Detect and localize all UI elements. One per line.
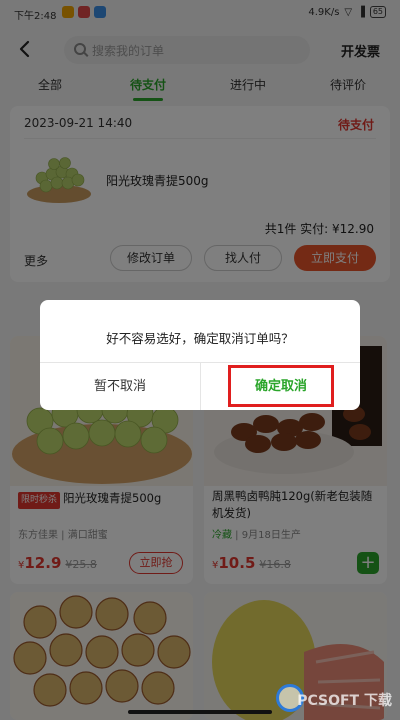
cancel-order-dialog: 好不容易选好，确定取消订单吗？ 暂不取消 确定取消 [40, 300, 360, 410]
home-indicator[interactable] [128, 710, 272, 714]
confirm-cancel-button[interactable]: 确定取消 [228, 365, 334, 407]
divider [200, 363, 201, 410]
watermark: PCSOFT 下载 [297, 693, 392, 709]
keep-order-button[interactable]: 暂不取消 [40, 363, 200, 410]
dialog-message: 好不容易选好，确定取消订单吗？ [106, 331, 294, 346]
